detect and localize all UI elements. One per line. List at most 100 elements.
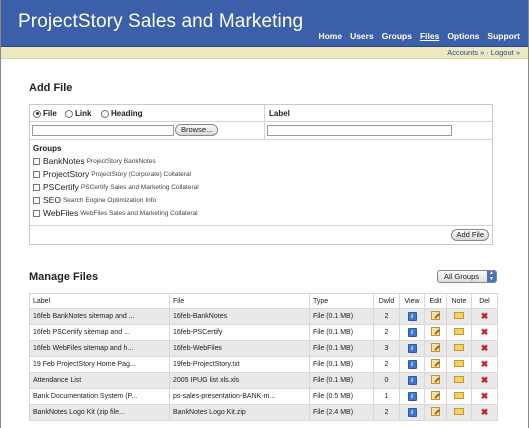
col-label[interactable]: Label	[29, 293, 170, 309]
envelope-icon[interactable]	[454, 360, 464, 367]
edit-icon[interactable]	[431, 311, 440, 320]
col-view: View	[399, 293, 425, 309]
edit-cell	[424, 324, 447, 341]
edit-cell	[424, 308, 447, 325]
logout-link[interactable]: Logout »	[491, 48, 520, 57]
col-file[interactable]: File	[169, 293, 310, 309]
delete-icon[interactable]: ✖	[481, 328, 489, 337]
info-icon[interactable]: i	[407, 360, 417, 369]
checkbox-icon[interactable]	[33, 196, 40, 204]
del-cell: ✖	[471, 324, 498, 341]
col-dwld[interactable]: Dwld	[373, 293, 400, 309]
app-window: ProjectStory Sales and Marketing Home Us…	[0, 0, 529, 428]
type-row: File Link Heading Label	[30, 105, 492, 140]
envelope-icon[interactable]	[454, 408, 464, 415]
view-cell: i	[399, 324, 425, 341]
view-cell: i	[399, 340, 425, 357]
row-file: ps-sales-presentation-BANK-m...	[169, 388, 310, 405]
del-cell: ✖	[471, 372, 498, 389]
edit-icon[interactable]	[431, 327, 440, 336]
type-heading-radio[interactable]: Heading	[101, 109, 143, 118]
row-file: 19feb-ProjectStory.txt	[169, 356, 310, 373]
main-nav: Home Users Groups Files Options Support	[310, 31, 520, 41]
envelope-icon[interactable]	[454, 312, 464, 319]
row-dwld: 3	[373, 340, 400, 357]
add-file-button[interactable]: Add File	[451, 229, 489, 241]
browse-button[interactable]: Browse...	[175, 124, 219, 136]
nav-support[interactable]: Support	[487, 31, 520, 41]
info-icon[interactable]: i	[407, 408, 417, 417]
edit-cell	[424, 404, 447, 421]
checkbox-icon[interactable]	[33, 170, 40, 178]
row-type: File (0.1 MB)	[309, 324, 374, 341]
group-option-webfiles[interactable]: WebFiles WebFiles Sales and Marketing Col…	[33, 208, 198, 218]
info-icon[interactable]: i	[407, 344, 417, 353]
type-link-radio[interactable]: Link	[65, 109, 91, 118]
group-filter-select[interactable]: All Groups ▲ ▼	[437, 270, 497, 283]
checkbox-icon[interactable]	[33, 183, 40, 191]
nav-options[interactable]: Options	[447, 31, 479, 41]
delete-icon[interactable]: ✖	[481, 376, 489, 385]
row-label: 16feb BankNotes sitemap and ...	[29, 308, 170, 325]
col-del: Del	[471, 293, 498, 309]
row-dwld: 2	[373, 324, 400, 341]
nav-users[interactable]: Users	[350, 31, 374, 41]
edit-icon[interactable]	[431, 343, 440, 352]
group-option-projectstory[interactable]: ProjectStory ProjectStory (Corporate) Col…	[33, 169, 191, 179]
nav-groups[interactable]: Groups	[382, 31, 412, 41]
manage-files-heading: Manage Files	[29, 271, 99, 283]
group-option-banknotes[interactable]: BankNotes ProjectStory BankNotes	[33, 156, 156, 166]
group-name: PSCertify	[43, 182, 79, 192]
delete-icon[interactable]: ✖	[481, 312, 489, 321]
info-icon[interactable]: i	[407, 312, 417, 321]
add-file-form: File Link Heading Label Browse... Groups…	[29, 104, 493, 245]
checkbox-icon[interactable]	[33, 157, 40, 165]
row-dwld: 2	[373, 404, 400, 421]
envelope-icon[interactable]	[454, 328, 464, 335]
group-name: BankNotes	[43, 156, 85, 166]
nav-files[interactable]: Files	[420, 31, 439, 41]
type-file-radio[interactable]: File	[33, 109, 57, 118]
nav-home[interactable]: Home	[318, 31, 342, 41]
row-label: Attendance List	[29, 372, 170, 389]
del-cell: ✖	[471, 340, 498, 357]
radio-selected-icon	[33, 109, 41, 118]
info-icon[interactable]: i	[407, 328, 417, 337]
add-file-heading: Add File	[29, 82, 73, 94]
edit-icon[interactable]	[431, 407, 440, 416]
table-row: 19 Feb ProjectStory Home Pag... 19feb-Pr…	[29, 356, 498, 373]
row-dwld: 1	[373, 388, 400, 405]
edit-icon[interactable]	[431, 359, 440, 368]
del-cell: ✖	[471, 308, 498, 325]
delete-icon[interactable]: ✖	[481, 360, 489, 369]
envelope-icon[interactable]	[454, 376, 464, 383]
delete-icon[interactable]: ✖	[481, 408, 489, 417]
checkbox-icon[interactable]	[33, 209, 40, 217]
view-cell: i	[399, 404, 425, 421]
delete-icon[interactable]: ✖	[481, 344, 489, 353]
group-option-seo[interactable]: SEO Search Engine Optimization Info	[33, 195, 156, 205]
envelope-icon[interactable]	[454, 392, 464, 399]
info-icon[interactable]: i	[407, 376, 417, 385]
delete-icon[interactable]: ✖	[481, 392, 489, 401]
group-desc: ProjectStory BankNotes	[86, 157, 156, 165]
table-row: Bank Documentation System (P... ps-sales…	[29, 388, 498, 405]
edit-icon[interactable]	[431, 391, 440, 400]
note-cell	[446, 356, 472, 373]
col-type[interactable]: Type	[309, 293, 374, 309]
file-path-input[interactable]	[32, 125, 174, 136]
edit-cell	[424, 372, 447, 389]
col-note: Note	[446, 293, 472, 309]
info-icon[interactable]: i	[407, 392, 417, 401]
radio-icon	[101, 109, 109, 118]
label-input[interactable]	[267, 125, 452, 136]
group-option-pscertify[interactable]: PSCertify PSCertify Sales and Marketing C…	[33, 182, 199, 192]
sub-nav-separator: ·	[486, 48, 489, 57]
input-row: Browse...	[30, 122, 492, 140]
edit-icon[interactable]	[431, 375, 440, 384]
accounts-link[interactable]: Accounts »	[447, 48, 484, 57]
row-label: 16feb WebFiles sitemap and h...	[29, 340, 170, 357]
envelope-icon[interactable]	[454, 344, 464, 351]
header-bar: ProjectStory Sales and Marketing Home Us…	[1, 0, 528, 47]
app-title: ProjectStory Sales and Marketing	[18, 11, 304, 32]
